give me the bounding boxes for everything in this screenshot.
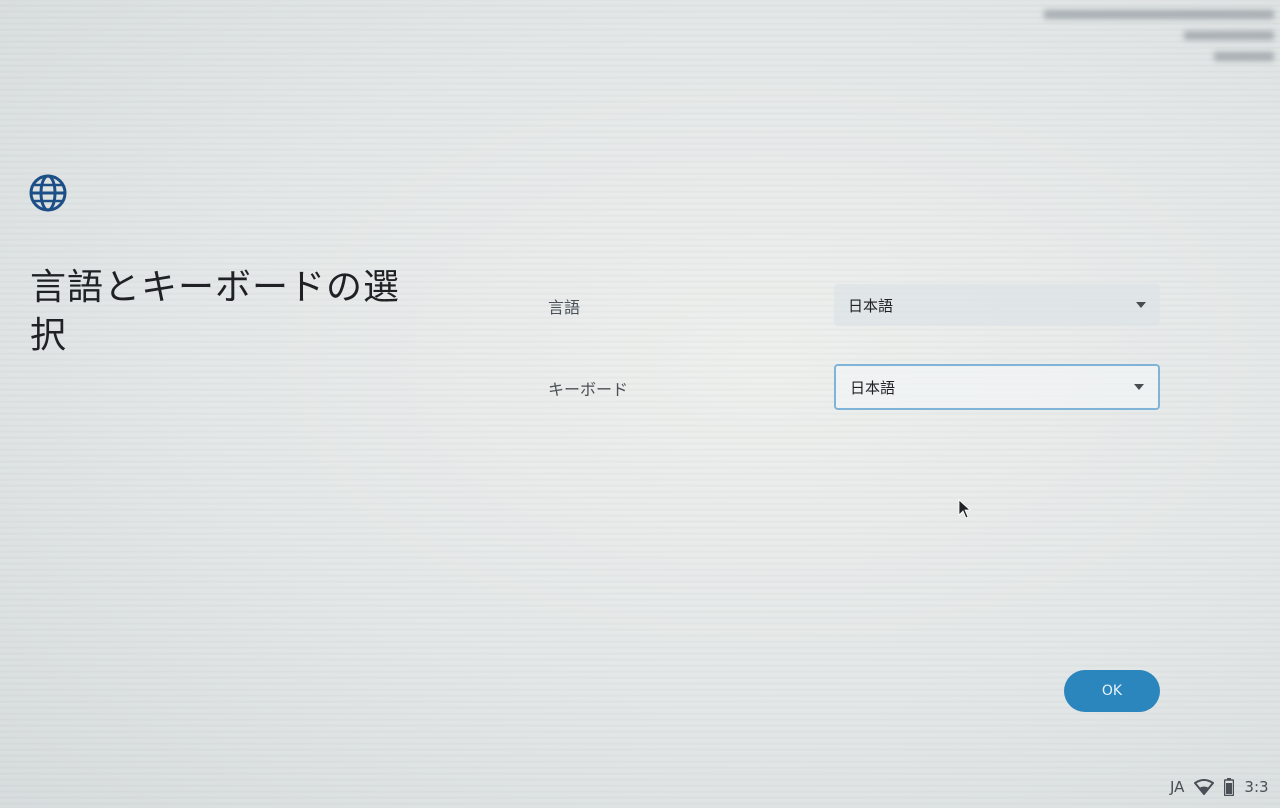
dropdown-arrow-icon: [1136, 302, 1146, 308]
clock-time[interactable]: 3:3: [1244, 778, 1268, 796]
dropdown-arrow-icon: [1134, 384, 1144, 390]
battery-icon: [1224, 778, 1235, 796]
mouse-pointer-icon: [958, 499, 972, 519]
keyboard-select-value: 日本語: [850, 378, 896, 397]
input-method-indicator[interactable]: JA: [1170, 778, 1184, 796]
language-select[interactable]: 日本語: [834, 284, 1160, 326]
language-select-value: 日本語: [848, 296, 894, 315]
device-info-blurred: [1004, 6, 1274, 76]
page-title: 言語とキーボードの選択: [30, 267, 401, 356]
ok-button[interactable]: OK: [1064, 670, 1160, 712]
globe-icon: [29, 174, 67, 212]
status-tray[interactable]: JA 3:3: [1170, 772, 1269, 802]
wifi-icon: [1194, 779, 1215, 795]
keyboard-label: キーボード: [548, 380, 629, 399]
keyboard-select[interactable]: 日本語: [834, 364, 1160, 410]
language-label: 言語: [548, 298, 581, 317]
